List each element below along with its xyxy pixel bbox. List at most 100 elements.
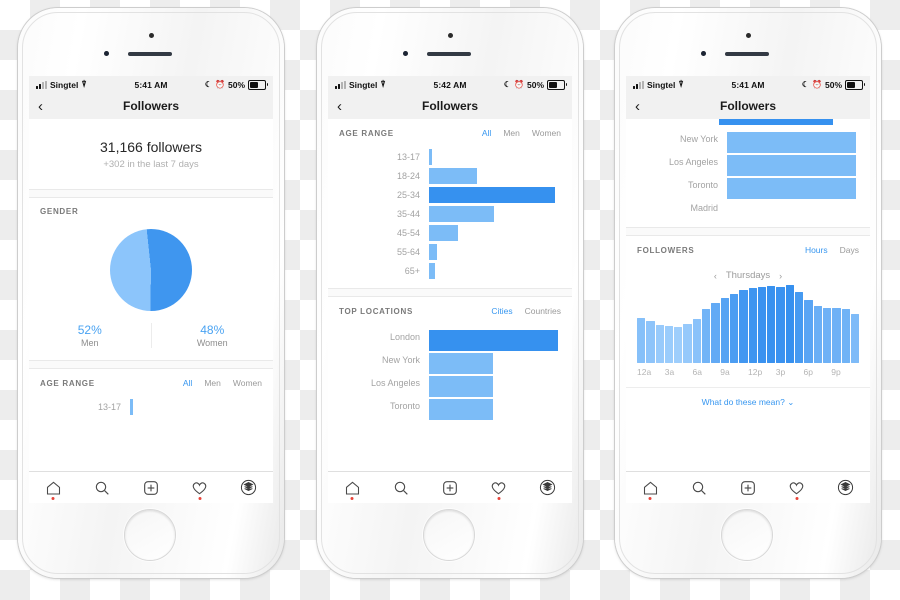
- home-badge-dot: [350, 496, 354, 500]
- bar-track: [727, 154, 870, 176]
- proximity-sensor-icon: [149, 33, 154, 38]
- bottom-tab-bar: [29, 471, 273, 503]
- navigation-bar: ‹ Followers: [328, 93, 572, 120]
- table-row: Los Angeles: [626, 150, 870, 176]
- home-icon[interactable]: [41, 477, 65, 500]
- followers-time-title: Followers: [637, 245, 695, 255]
- men-percent: 52%: [77, 323, 102, 337]
- tab-men[interactable]: Men: [503, 128, 520, 138]
- phone-screen-1: Singtel ⍒ 5:41 AM ☾ ⏰ 50% ‹ Followers 31…: [29, 76, 273, 503]
- do-not-disturb-icon: ☾: [503, 80, 512, 89]
- hourly-axis-labels: 12a 3a 6a 9a 12p 3p 6p 9p: [626, 363, 870, 377]
- tab-hours[interactable]: Hours: [805, 245, 828, 255]
- back-button[interactable]: ‹: [635, 93, 640, 119]
- status-bar: Singtel ⍒ 5:41 AM ☾ ⏰ 50%: [29, 76, 273, 93]
- navigation-bar: ‹ Followers: [29, 93, 273, 120]
- top-locations-scrolled-card: New York Los Angeles Toronto Madrid: [626, 119, 870, 227]
- home-badge-dot: [648, 496, 652, 500]
- axis-tick-label: 6a: [692, 367, 702, 377]
- search-icon[interactable]: [687, 477, 711, 499]
- category-label: Madrid: [690, 202, 718, 213]
- front-camera-icon: [104, 51, 109, 56]
- bar-track: [429, 224, 572, 241]
- tab-women[interactable]: Women: [233, 378, 262, 388]
- new-post-icon[interactable]: [438, 477, 462, 499]
- what-do-these-mean-link[interactable]: What do these mean? ⌄: [626, 387, 870, 412]
- earpiece-speaker: [725, 52, 769, 56]
- new-post-icon[interactable]: [736, 477, 760, 499]
- followers-time-header: Followers Hours Days: [626, 236, 870, 262]
- next-day-button[interactable]: ›: [779, 271, 782, 281]
- home-button[interactable]: [722, 510, 772, 560]
- signal-bars-icon: [335, 80, 346, 89]
- table-row: 65+: [328, 261, 572, 280]
- carrier-label: Singtel: [349, 79, 378, 90]
- wifi-icon: ⍒: [380, 79, 386, 89]
- home-icon[interactable]: [638, 477, 662, 500]
- followers-time-segmented-control: Hours Days: [805, 245, 859, 255]
- table-row: Toronto: [626, 173, 870, 199]
- gender-section-title: Gender: [40, 207, 79, 216]
- back-button[interactable]: ‹: [337, 93, 342, 119]
- table-row: 13-17: [328, 147, 572, 166]
- bar: [429, 167, 477, 184]
- activity-icon[interactable]: [487, 477, 511, 500]
- status-time: 5:42 AM: [433, 79, 467, 90]
- search-icon[interactable]: [90, 477, 114, 499]
- home-button[interactable]: [424, 510, 474, 560]
- table-row: 35-44: [328, 204, 572, 223]
- table-row: Toronto: [328, 394, 572, 420]
- alarm-icon: ⏰: [215, 80, 225, 89]
- section-divider: [29, 360, 273, 369]
- tab-all[interactable]: All: [482, 128, 491, 138]
- bar: [767, 285, 776, 363]
- category-label: 13-17: [396, 151, 420, 162]
- age-section-header: Age Range All Men Women: [328, 119, 572, 145]
- section-divider: [328, 288, 572, 297]
- tab-days[interactable]: Days: [840, 245, 859, 255]
- screen-content-3: New York Los Angeles Toronto Madrid Followe…: [626, 119, 870, 472]
- bar: [646, 320, 655, 363]
- category-label: Los Angeles: [668, 156, 718, 167]
- profile-icon[interactable]: [536, 477, 560, 499]
- profile-icon[interactable]: [834, 477, 858, 499]
- gender-pie-chart: [29, 223, 273, 313]
- earpiece-speaker: [427, 52, 471, 56]
- tab-women[interactable]: Women: [532, 128, 561, 138]
- activity-icon[interactable]: [188, 477, 212, 500]
- bar: [429, 224, 458, 241]
- activity-badge-dot: [795, 496, 799, 500]
- activity-icon[interactable]: [785, 477, 809, 500]
- alarm-icon: ⏰: [514, 80, 524, 89]
- axis-tick-label: 12a: [637, 367, 652, 377]
- bar: [429, 205, 495, 222]
- top-locations-bar-chart: London New York Los Angeles Toronto: [328, 323, 572, 425]
- bar: [813, 306, 822, 363]
- gender-card: Gender 52% Men 48% Women: [29, 198, 273, 360]
- home-icon[interactable]: [340, 477, 364, 500]
- tab-men[interactable]: Men: [204, 378, 221, 388]
- bar: [720, 298, 729, 363]
- profile-icon[interactable]: [237, 477, 261, 499]
- axis-tick-label: 6p: [803, 367, 813, 377]
- tab-cities[interactable]: Cities: [491, 306, 512, 316]
- tab-all[interactable]: All: [183, 378, 192, 388]
- age-bar: [130, 398, 133, 415]
- proximity-sensor-icon: [448, 33, 453, 38]
- wifi-icon: ⍒: [81, 79, 87, 89]
- table-row: 55-64: [328, 242, 572, 261]
- bar: [795, 291, 804, 363]
- home-button[interactable]: [125, 510, 175, 560]
- new-post-icon[interactable]: [139, 477, 163, 499]
- search-icon[interactable]: [389, 477, 413, 499]
- tab-countries[interactable]: Countries: [525, 306, 561, 316]
- table-row: Madrid: [626, 196, 870, 219]
- bar: [841, 308, 850, 363]
- back-button[interactable]: ‹: [38, 93, 43, 119]
- followers-summary-card: 31,166 followers +302 in the last 7 days: [29, 119, 273, 189]
- age-section-header: Age Range All Men Women: [29, 369, 273, 395]
- status-bar: Singtel ⍒ 5:41 AM ☾ ⏰ 50%: [626, 76, 870, 93]
- bar: [655, 324, 664, 363]
- phone-mockup-3: Singtel ⍒ 5:41 AM ☾ ⏰ 50% ‹ Followers Ne…: [615, 8, 881, 578]
- prev-day-button[interactable]: ‹: [714, 271, 717, 281]
